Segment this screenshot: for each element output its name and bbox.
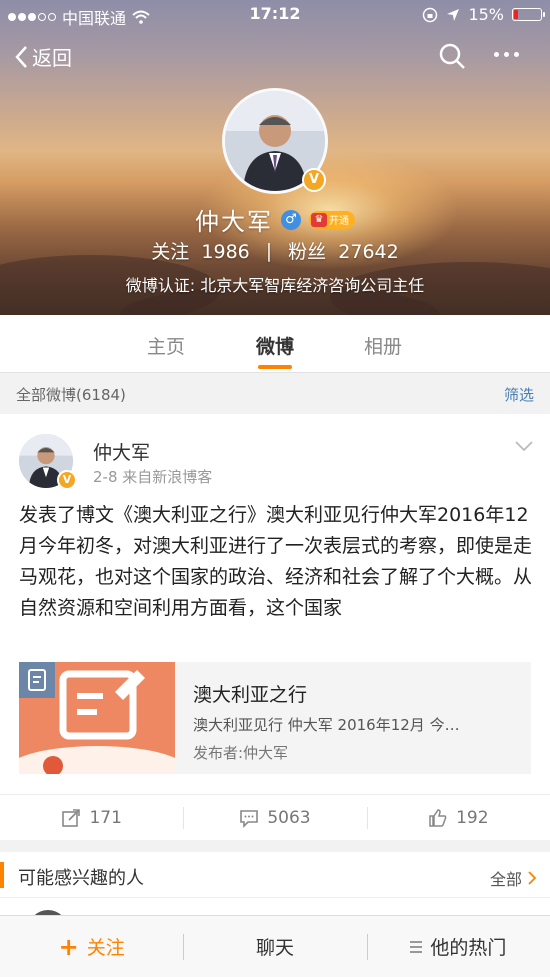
tab-weibo[interactable]: 微博: [256, 332, 294, 359]
post-text: 发表了博文《澳大利亚之行》澳大利亚见行仲大军2016年12月今年初冬，对澳大利亚…: [19, 504, 533, 619]
linked-article-card[interactable]: 澳大利亚之行 澳大利亚见行 仲大军 2016年12月 今… 发布者:仲大军: [19, 662, 531, 774]
repost-button[interactable]: 171: [0, 795, 183, 840]
article-type-tag: [19, 662, 55, 698]
vip-badge[interactable]: ♛ 开通: [309, 210, 355, 229]
status-bar: 中国联通 17:12 15%: [0, 0, 550, 28]
see-all-button[interactable]: 全部: [490, 866, 536, 890]
followers-stat[interactable]: 粉丝 27642: [288, 237, 399, 264]
comment-button[interactable]: 5063: [183, 795, 366, 840]
see-all-label: 全部: [489, 870, 522, 889]
followers-label: 粉丝: [288, 241, 327, 263]
bottom-action-bar: + 关注 聊天 他的热门: [0, 915, 550, 977]
tab-album[interactable]: 相册: [364, 332, 402, 359]
hot-posts-button[interactable]: 他的热门: [366, 916, 550, 977]
plus-icon: +: [58, 932, 79, 961]
followers-count: 27642: [338, 241, 399, 263]
chevron-right-icon: [528, 871, 536, 885]
verification-text: 微博认证: 北京大军智库经济咨询公司主任: [125, 276, 425, 295]
post-author-name[interactable]: 仲大军: [93, 438, 150, 465]
more-options-icon[interactable]: [494, 52, 519, 57]
repost-icon: [62, 808, 81, 827]
battery-icon: [512, 8, 545, 21]
following-count: 1986: [201, 241, 250, 263]
location-arrow-icon: [447, 8, 460, 21]
follow-label: 关注: [86, 937, 125, 959]
suggested-people-title: 可能感兴趣的人: [18, 868, 144, 889]
comment-icon: [240, 809, 259, 828]
profile-name: 仲大军: [195, 208, 273, 236]
section-accent-bar: [0, 862, 4, 888]
tab-home[interactable]: 主页: [147, 332, 185, 359]
filter-bar: 全部微博(6184) 筛选: [0, 374, 550, 414]
article-thumbnail: [19, 662, 175, 774]
thumbs-up-icon: [429, 808, 447, 827]
battery-percent: 15%: [468, 5, 504, 24]
list-icon: [410, 940, 423, 953]
back-label: 返回: [32, 46, 72, 70]
comment-count: 5063: [267, 807, 311, 828]
follow-button[interactable]: + 关注: [0, 916, 183, 977]
article-subtitle: 澳大利亚见行 仲大军 2016年12月 今…: [193, 716, 460, 734]
rotation-lock-icon: [423, 7, 438, 22]
post-meta: 2-8 来自新浪博客: [93, 468, 213, 486]
post-card[interactable]: V 仲大军 2-8 来自新浪博客 发表了博文《澳大利亚之行》澳大利亚见行仲大军2…: [0, 414, 550, 794]
suggested-people-header: 可能感兴趣的人 全部: [0, 852, 550, 898]
profile-header: 中国联通 17:12 15% 返回 V 仲大军 ♂ ♛ 开通 关注 1986 |…: [0, 0, 550, 315]
chevron-down-icon[interactable]: [514, 440, 534, 452]
verified-badge-icon: V: [57, 470, 77, 490]
following-label: 关注: [151, 241, 190, 263]
verified-badge-icon: V: [302, 168, 326, 192]
chat-label: 聊天: [255, 937, 294, 959]
filter-button[interactable]: 筛选: [504, 384, 534, 405]
profile-tabs: 主页 微博 相册: [0, 315, 550, 373]
battery-level-fill: [514, 10, 518, 19]
active-tab-indicator: [258, 365, 292, 369]
article-publisher: 发布者:仲大军: [193, 744, 289, 762]
like-count: 192: [456, 807, 489, 828]
search-icon[interactable]: [438, 42, 466, 70]
like-button[interactable]: 192: [366, 795, 550, 840]
article-title: 澳大利亚之行: [193, 684, 308, 706]
following-stat[interactable]: 关注 1986: [151, 237, 249, 264]
chat-button[interactable]: 聊天: [183, 916, 366, 977]
vip-label: 开通: [329, 216, 349, 227]
profile-stats: 关注 1986 | 粉丝 27642: [0, 237, 550, 264]
hot-posts-label: 他的热门: [430, 937, 507, 959]
crown-icon: ♛: [311, 212, 327, 227]
stats-divider: |: [265, 239, 273, 262]
repost-count: 171: [89, 807, 122, 828]
document-icon: [28, 669, 46, 691]
post-actions: 171 5063 192: [0, 794, 550, 840]
male-gender-icon: ♂: [281, 209, 301, 230]
back-button[interactable]: 返回: [14, 42, 72, 71]
post-count-label[interactable]: 全部微博(6184): [16, 384, 126, 405]
chevron-left-icon: [15, 45, 27, 68]
